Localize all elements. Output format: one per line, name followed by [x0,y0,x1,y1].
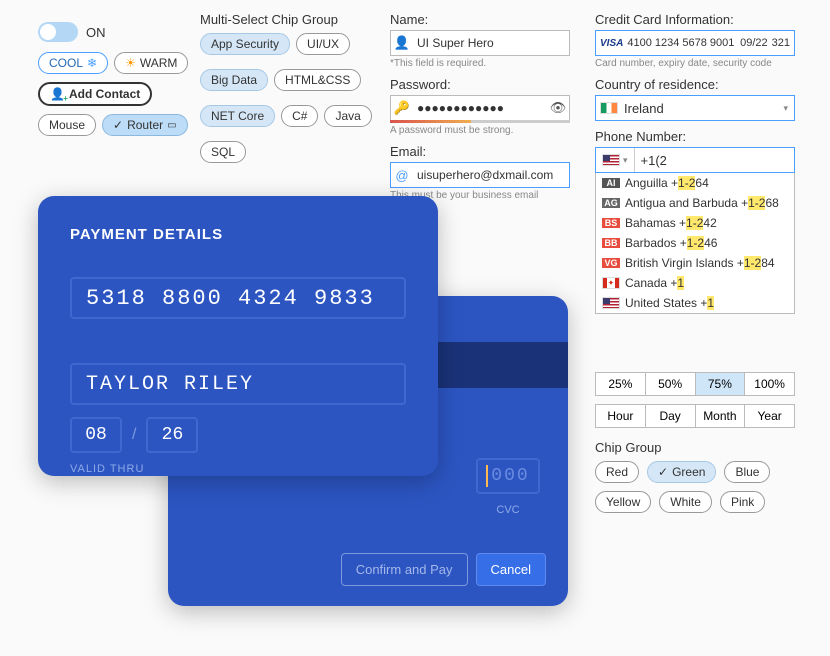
chip-cool[interactable]: COOL ❄ [38,52,108,74]
chevron-down-icon: ▾ [783,103,788,114]
eye-icon[interactable]: 👁 [547,100,569,116]
flag-icon [602,277,620,289]
password-label: Password: [390,77,570,92]
phone-option[interactable]: AIAnguilla +1-264 [596,173,794,193]
visa-icon: VISA [600,38,623,49]
country-badge: VG [602,258,620,268]
add-contact-icon: 👤+ [50,87,65,101]
phone-label: Phone Number: [595,129,795,144]
time-month[interactable]: Month [696,405,746,427]
chip-html-css[interactable]: HTML&CSS [274,69,361,91]
chevron-down-icon: ▾ [623,155,628,166]
chip-java[interactable]: Java [324,105,371,127]
chip-app-security[interactable]: App Security [200,33,290,55]
cc-label: Credit Card Information: [595,12,795,27]
country-badge: BB [602,238,620,248]
payment-title: PAYMENT DETAILS [70,226,406,243]
confirm-button[interactable]: Confirm and Pay [341,553,468,586]
router-icon: ▭ [167,120,176,131]
chip-net-core[interactable]: NET Core [200,105,275,127]
phone-option[interactable]: AGAntigua and Barbuda +1-268 [596,193,794,213]
chip-yellow[interactable]: Yellow [595,491,651,513]
chip-warm[interactable]: ☀ WARM [114,52,188,74]
email-label: Email: [390,144,570,159]
cancel-button[interactable]: Cancel [476,553,546,586]
chip-big-data[interactable]: Big Data [200,69,268,91]
phone-option[interactable]: VGBritish Virgin Islands +1-284 [596,253,794,273]
chip-c-[interactable]: C# [281,105,318,127]
card-name-input[interactable]: TAYLOR RILEY [70,363,406,405]
check-icon: ✓ [658,465,668,479]
toggle-label: ON [86,25,106,40]
card-number-input[interactable]: 5318 8800 4324 9833 [70,277,406,319]
phone-option[interactable]: BSBahamas +1-242 [596,213,794,233]
email-input[interactable]: @ uisuperhero@dxmail.com [390,162,570,188]
cc-input[interactable]: VISA 4100 1234 5678 9001 09/22 321 [595,30,795,56]
pct-75%[interactable]: 75% [696,373,746,395]
sun-icon: ☀ [125,56,136,70]
person-icon: 👤 [391,35,413,51]
password-input[interactable]: 🔑 ●●●●●●●●●●●● 👁 [390,95,570,121]
password-helper: A password must be strong. [390,125,570,136]
cvc-label: CVC [476,504,540,516]
valid-thru-label: VALID THRU [70,463,406,475]
chip-blue[interactable]: Blue [724,461,770,483]
chip-pink[interactable]: Pink [720,491,765,513]
exp-month-input[interactable]: 08 [70,417,122,453]
time-day[interactable]: Day [646,405,696,427]
chip-red[interactable]: Red [595,461,639,483]
flag-us-icon [602,154,620,166]
percent-group: 25%50%75%100% [595,372,795,396]
flag-ireland-icon [600,102,618,114]
chip-group-title: Chip Group [595,440,805,455]
chip-ui-ux[interactable]: UI/UX [296,33,350,55]
country-select[interactable]: Ireland ▾ [595,95,795,121]
check-icon: ✓ [113,118,123,132]
phone-flag-select[interactable]: ▾ [596,148,635,172]
country-badge: BS [602,218,620,228]
country-badge: AG [602,198,620,208]
phone-option[interactable]: Canada +1 [596,273,794,293]
add-contact-button[interactable]: 👤+ Add Contact [38,82,152,106]
time-hour[interactable]: Hour [596,405,646,427]
cc-helper: Card number, expiry date, security code [595,58,795,69]
snowflake-icon: ❄ [87,56,97,70]
chip-green[interactable]: ✓ Green [647,461,716,483]
name-input[interactable]: 👤 UI Super Hero [390,30,570,56]
phone-input[interactable]: ▾ +1(2 [595,147,795,173]
country-label: Country of residence: [595,77,795,92]
name-helper: *This field is required. [390,58,570,69]
pct-50%[interactable]: 50% [646,373,696,395]
pct-100%[interactable]: 100% [745,373,794,395]
key-icon: 🔑 [391,100,413,116]
name-label: Name: [390,12,570,27]
chip-sql[interactable]: SQL [200,141,246,163]
exp-year-input[interactable]: 26 [146,417,198,453]
country-badge: AI [602,178,620,188]
time-year[interactable]: Year [745,405,794,427]
time-group: HourDayMonthYear [595,404,795,428]
phone-option[interactable]: BBBarbados +1-246 [596,233,794,253]
chip-mouse[interactable]: Mouse [38,114,96,136]
password-strength-bar [390,120,570,123]
phone-option[interactable]: United States +1 [596,293,794,313]
chip-router[interactable]: ✓ Router ▭ [102,114,188,136]
text-cursor [486,465,488,487]
exp-separator: / [132,426,136,444]
card-front: PAYMENT DETAILS 5318 8800 4324 9833 TAYL… [38,196,438,476]
at-icon: @ [391,168,413,183]
chip-white[interactable]: White [659,491,712,513]
cvc-input[interactable]: 000 [476,458,540,494]
phone-dropdown: AIAnguilla +1-264AGAntigua and Barbuda +… [595,173,795,314]
multi-select-title: Multi-Select Chip Group [200,12,385,27]
pct-25%[interactable]: 25% [596,373,646,395]
flag-icon [602,297,620,309]
toggle-on[interactable] [38,22,78,42]
